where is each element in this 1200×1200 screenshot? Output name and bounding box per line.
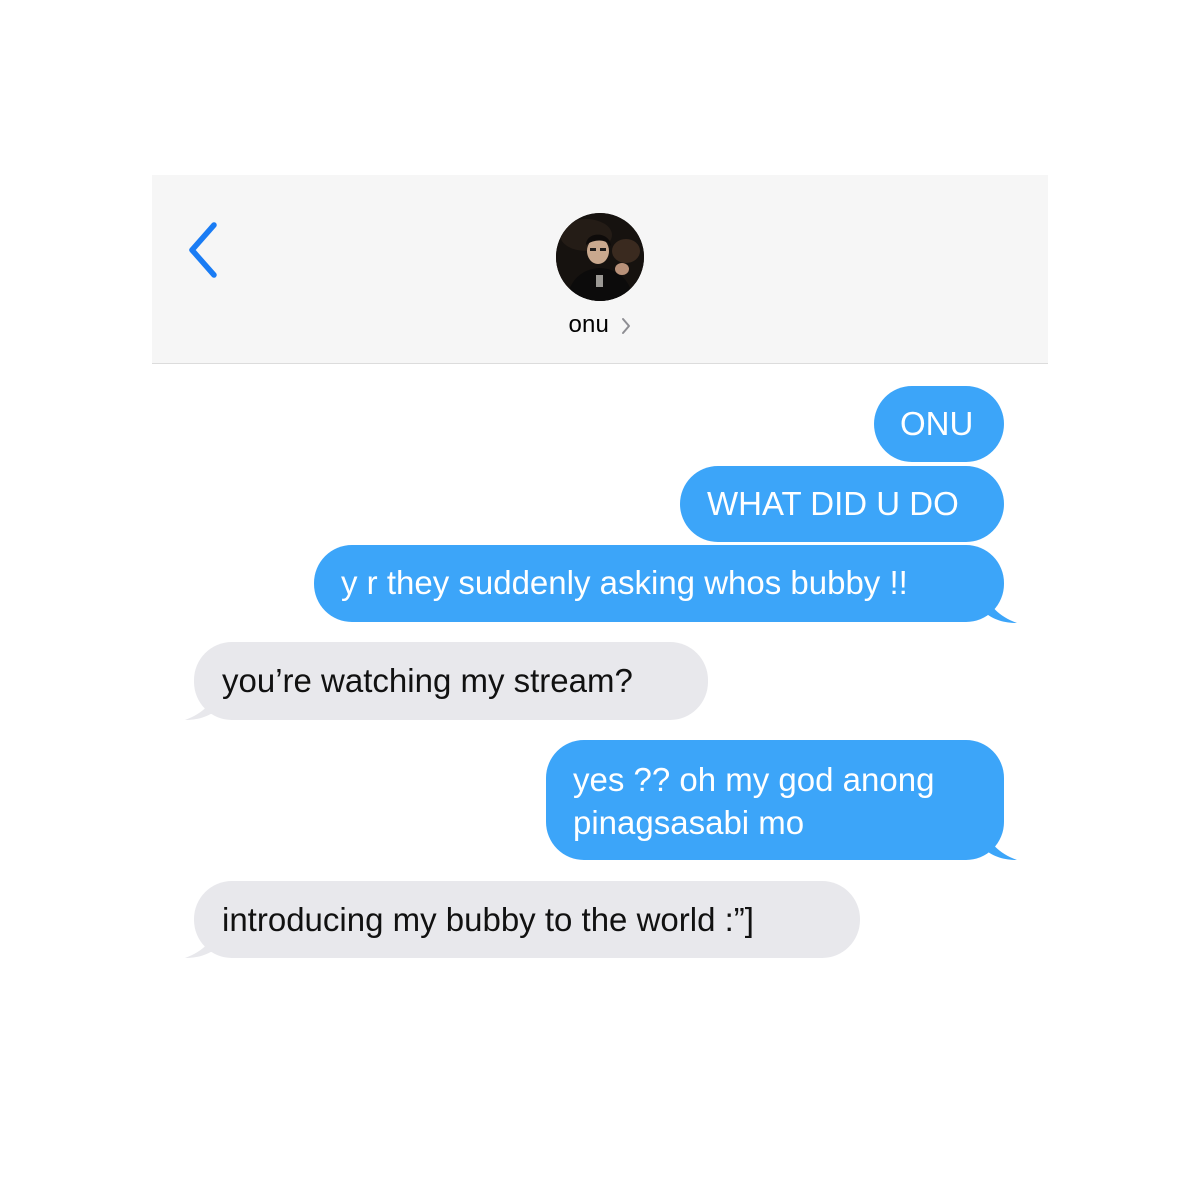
sent-message[interactable]: WHAT DID U DO: [680, 466, 1004, 542]
bubble-tail: [984, 592, 1017, 623]
message-text: introducing my bubby to the world :”]: [222, 901, 754, 938]
chat-window: onu ONU WHAT DID U DO y r they suddenly …: [152, 175, 1048, 975]
bubble-tail: [984, 829, 1017, 860]
bubble-tail: [185, 689, 218, 720]
sent-message[interactable]: ONU: [874, 386, 1004, 462]
chat-header: onu: [152, 175, 1048, 364]
message-text: yes ?? oh my god anong pinagsasabi mo: [573, 761, 935, 841]
sent-message[interactable]: yes ?? oh my god anong pinagsasabi mo: [546, 740, 1004, 860]
contact-info-button[interactable]: onu: [152, 311, 1048, 339]
message-text: WHAT DID U DO: [707, 485, 959, 522]
message-text: y r they suddenly asking whos bubby !!: [341, 564, 908, 601]
message-text: ONU: [900, 405, 974, 442]
chevron-left-icon: [189, 222, 217, 278]
sent-message[interactable]: y r they suddenly asking whos bubby !!: [314, 545, 1004, 622]
avatar[interactable]: [556, 213, 644, 301]
profile-photo: [556, 213, 644, 301]
chevron-right-icon: [621, 317, 630, 334]
message-text: you’re watching my stream?: [222, 662, 633, 699]
back-button[interactable]: [178, 217, 228, 283]
bubble-tail: [185, 927, 218, 958]
received-message[interactable]: introducing my bubby to the world :”]: [194, 881, 860, 958]
contact-name: onu: [568, 311, 610, 338]
received-message[interactable]: you’re watching my stream?: [194, 642, 708, 720]
